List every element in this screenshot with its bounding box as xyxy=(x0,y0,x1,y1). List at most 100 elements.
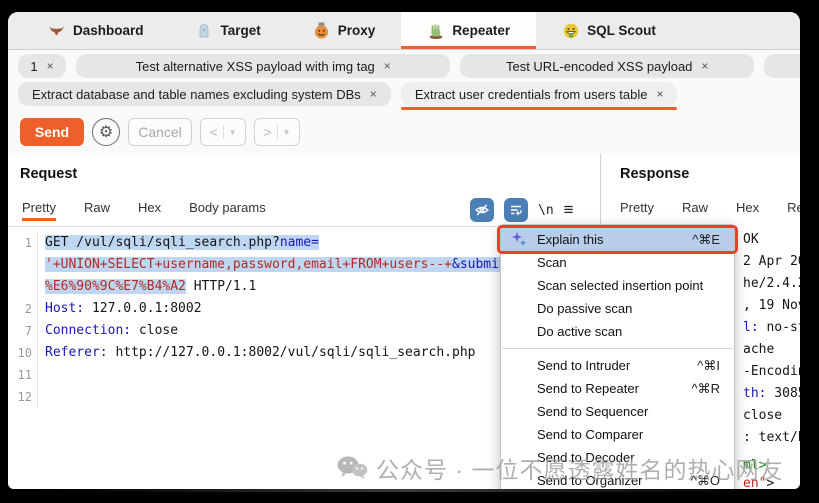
close-icon[interactable]: × xyxy=(701,59,708,73)
menu-item-label: Send to Comparer xyxy=(537,427,644,442)
send-button[interactable]: Send xyxy=(20,118,84,146)
grin-face-icon xyxy=(562,22,579,39)
code-text: GET /vul/sqli/sqli_search.php?name= xyxy=(38,232,319,254)
watermark-text: 公众号 · 一位不愿透露姓名的热心网友 xyxy=(376,457,784,483)
newline-icon[interactable]: \n xyxy=(538,203,554,218)
wrap-lines-icon[interactable] xyxy=(504,198,528,222)
menu-separator xyxy=(502,348,733,349)
main-tab-label: Target xyxy=(220,23,261,38)
code-text: %E6%90%9C%E7%B4%A2 HTTP/1.1 xyxy=(38,276,256,298)
main-tab-repeater[interactable]: Repeater xyxy=(401,12,537,49)
code-segment: HTTP/1.1 xyxy=(185,279,257,294)
main-tab-label: SQL Scout xyxy=(587,23,656,38)
tombstone-icon xyxy=(196,22,213,39)
request-tab-raw[interactable]: Raw xyxy=(84,200,110,221)
context-menu-item-do-passive-scan[interactable]: Do passive scan xyxy=(501,297,734,320)
wechat-icon xyxy=(337,456,368,479)
session-tab-label: Extract user credentials from users tabl… xyxy=(414,86,648,102)
code-segment: : text/ht xyxy=(743,430,800,445)
line-number xyxy=(8,276,38,298)
response-line-fragment: : text/ht xyxy=(743,430,800,445)
previous-request-button[interactable]: < ▼ xyxy=(200,118,246,146)
request-panel-title: Request xyxy=(20,166,78,182)
code-segment: '+UNION+SELECT+username,password,email+F… xyxy=(45,257,452,272)
pumpkin-icon xyxy=(313,22,330,39)
response-tab-pretty[interactable]: Pretty xyxy=(620,200,654,221)
main-tab-label: Proxy xyxy=(337,23,376,38)
code-segment: 30856 xyxy=(774,386,800,401)
context-menu-item-send-to-repeater[interactable]: Send to Repeater ^⌘R xyxy=(501,377,734,400)
cancel-button[interactable]: Cancel xyxy=(128,118,192,146)
request-tab-body-params[interactable]: Body params xyxy=(189,200,266,221)
main-tab-sql-scout[interactable]: SQL Scout xyxy=(536,12,682,49)
response-line-fragment: 2 Apr 202 xyxy=(743,254,800,269)
settings-button[interactable]: ⚙ xyxy=(92,118,120,146)
main-tab-label: Dashboard xyxy=(73,23,144,38)
screenshot-root: { "colors": { "accent_orange": "#ee5f2b"… xyxy=(0,0,819,503)
request-editor-icons: \n ≡ xyxy=(470,198,574,222)
code-segment: -Encoding xyxy=(743,364,800,379)
session-tab[interactable]: Extract database and table names excludi… xyxy=(18,82,391,106)
response-tab-raw[interactable]: Raw xyxy=(682,200,708,221)
close-icon[interactable]: × xyxy=(384,59,391,73)
menu-item-shortcut: ^⌘R xyxy=(691,381,721,396)
session-tab-partial[interactable] xyxy=(764,54,800,78)
close-icon[interactable]: × xyxy=(47,59,54,73)
main-tab-target[interactable]: Target xyxy=(170,12,287,49)
code-text: Host: 127.0.0.1:8002 xyxy=(38,298,202,320)
main-tab-proxy[interactable]: Proxy xyxy=(287,12,402,49)
session-tab-label: Test URL-encoded XSS payload xyxy=(505,58,693,74)
request-tab-pretty[interactable]: Pretty xyxy=(22,200,56,221)
response-tab-hex[interactable]: Hex xyxy=(736,200,759,221)
session-tab[interactable]: 1 × xyxy=(18,54,66,78)
repeater-toolbar: Send ⚙ Cancel < ▼ > ▼ xyxy=(8,116,800,155)
close-icon[interactable]: × xyxy=(370,87,377,101)
code-segment: name= xyxy=(279,235,319,250)
code-segment: Connection: xyxy=(45,323,132,338)
session-tab[interactable]: Test alternative XSS payload with img ta… xyxy=(76,54,451,78)
divider xyxy=(222,125,224,139)
code-text: '+UNION+SELECT+username,password,email+F… xyxy=(38,254,515,276)
divider xyxy=(276,125,278,139)
main-tab-dashboard[interactable]: Dashboard xyxy=(22,12,170,49)
code-segment: 127.0.0.1:8002 xyxy=(84,301,202,316)
context-menu-item-do-active-scan[interactable]: Do active scan xyxy=(501,320,734,343)
response-line-fragment: th: 30856 xyxy=(743,386,800,401)
response-line-fragment: OK xyxy=(743,232,759,247)
line-number: 2 xyxy=(8,298,38,320)
session-tab-area: 1 × Test alternative XSS payload with img … xyxy=(8,50,800,116)
request-tab-hex[interactable]: Hex xyxy=(138,200,161,221)
editor-menu-icon[interactable]: ≡ xyxy=(564,200,574,220)
request-subtabs: Pretty Raw Hex Body params xyxy=(22,200,266,221)
context-menu-item-send-to-comparer[interactable]: Send to Comparer xyxy=(501,423,734,446)
code-segment: he/2.4.29 xyxy=(743,276,800,291)
eye-slash-glyph xyxy=(475,204,489,216)
menu-item-label: Scan xyxy=(537,255,567,270)
code-segment: Host: xyxy=(45,301,85,316)
line-number xyxy=(8,254,38,276)
response-tab-render[interactable]: Render xyxy=(787,200,800,221)
response-panel-title: Response xyxy=(620,166,690,182)
chevron-down-icon[interactable]: ▼ xyxy=(229,128,237,137)
session-tab-row-1: 1 × Test alternative XSS payload with img … xyxy=(18,54,800,78)
eye-slash-icon[interactable] xyxy=(470,198,494,222)
next-request-button[interactable]: > ▼ xyxy=(254,118,300,146)
context-menu-item-send-to-sequencer[interactable]: Send to Sequencer xyxy=(501,400,734,423)
chevron-left-icon: < xyxy=(209,124,218,140)
session-tab[interactable]: Extract user credentials from users tabl… xyxy=(400,82,678,110)
session-tab[interactable]: Test URL-encoded XSS payload × xyxy=(460,54,754,78)
code-text: Connection: close xyxy=(38,320,178,342)
menu-item-label: Send to Intruder xyxy=(537,358,631,373)
context-menu-item-explain-this[interactable]: Explain this ^⌘E xyxy=(497,225,738,254)
session-tab-label: 1 xyxy=(30,58,38,74)
code-segment: l: xyxy=(743,320,759,335)
code-segment: OK xyxy=(743,232,759,247)
close-icon[interactable]: × xyxy=(656,87,663,101)
line-number: 7 xyxy=(8,320,38,342)
context-menu-item-scan[interactable]: Scan xyxy=(501,251,734,274)
chevron-down-icon[interactable]: ▼ xyxy=(283,128,291,137)
bat-icon xyxy=(48,22,65,39)
context-menu-item-scan-selected-insertion-point[interactable]: Scan selected insertion point xyxy=(501,274,734,297)
context-menu-item-send-to-intruder[interactable]: Send to Intruder ^⌘I xyxy=(501,354,734,377)
menu-item-label: Explain this xyxy=(537,232,604,247)
